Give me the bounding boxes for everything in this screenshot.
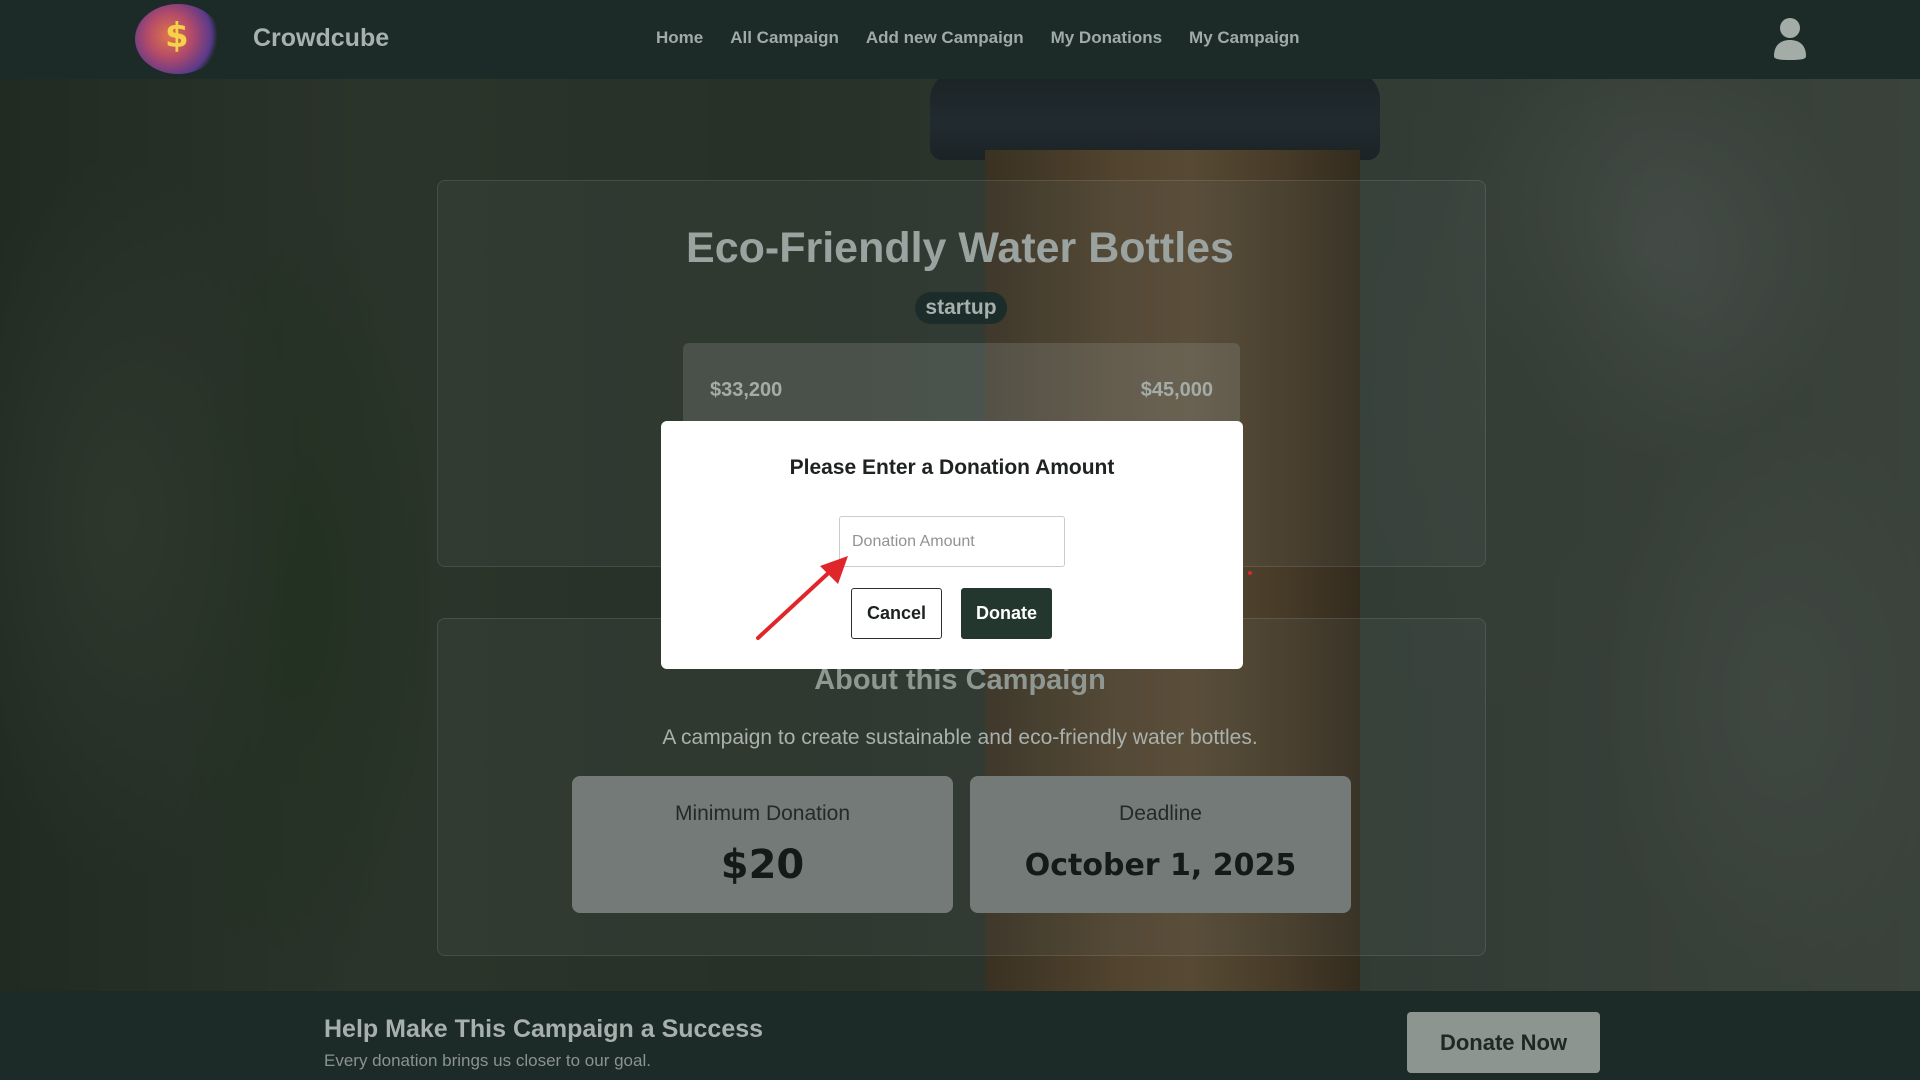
deadline-box: Deadline October 1, 2025 [970, 776, 1351, 913]
minimum-donation-label: Minimum Donation [674, 802, 851, 825]
category-badge: startup [915, 292, 1007, 324]
deadline-value: October 1, 2025 [1024, 848, 1297, 883]
crowdcube-logo[interactable]: $ [135, 4, 221, 74]
banner-title: Help Make This Campaign a Success [324, 1015, 764, 1043]
modal-title: Please Enter a Donation Amount [789, 456, 1115, 479]
bottom-cta-banner: Help Make This Campaign a Success Every … [0, 991, 1920, 1080]
minimum-donation-box: Minimum Donation $20 [572, 776, 953, 913]
nav-my-donations[interactable]: My Donations [1051, 28, 1162, 48]
donation-amount-input[interactable] [839, 516, 1065, 567]
brand-name[interactable]: Crowdcube [253, 24, 389, 53]
dollar-logo-glyph: $ [165, 16, 189, 56]
minimum-donation-value: $20 [720, 842, 805, 888]
annotation-dot [1248, 571, 1252, 575]
nav-home[interactable]: Home [656, 28, 703, 48]
amount-raised: $33,200 [710, 379, 783, 401]
deadline-label: Deadline [1119, 802, 1202, 825]
user-avatar-icon[interactable] [1772, 16, 1808, 60]
nav-links: Home All Campaign Add new Campaign My Do… [656, 28, 1300, 48]
amount-goal: $45,000 [1140, 379, 1213, 401]
top-navbar: $ Crowdcube Home All Campaign Add new Ca… [0, 0, 1920, 79]
annotation-arrow-icon [756, 556, 848, 640]
nav-my-campaign[interactable]: My Campaign [1189, 28, 1300, 48]
donate-now-button[interactable]: Donate Now [1407, 1012, 1600, 1073]
banner-subtitle: Every donation brings us closer to our g… [324, 1051, 651, 1070]
campaign-title: Eco-Friendly Water Bottles [686, 224, 1234, 272]
about-description: A campaign to create sustainable and eco… [662, 726, 1258, 749]
donate-button[interactable]: Donate [961, 588, 1052, 639]
nav-all-campaign[interactable]: All Campaign [730, 28, 839, 48]
nav-add-new-campaign[interactable]: Add new Campaign [866, 28, 1024, 48]
cancel-button[interactable]: Cancel [851, 588, 942, 639]
